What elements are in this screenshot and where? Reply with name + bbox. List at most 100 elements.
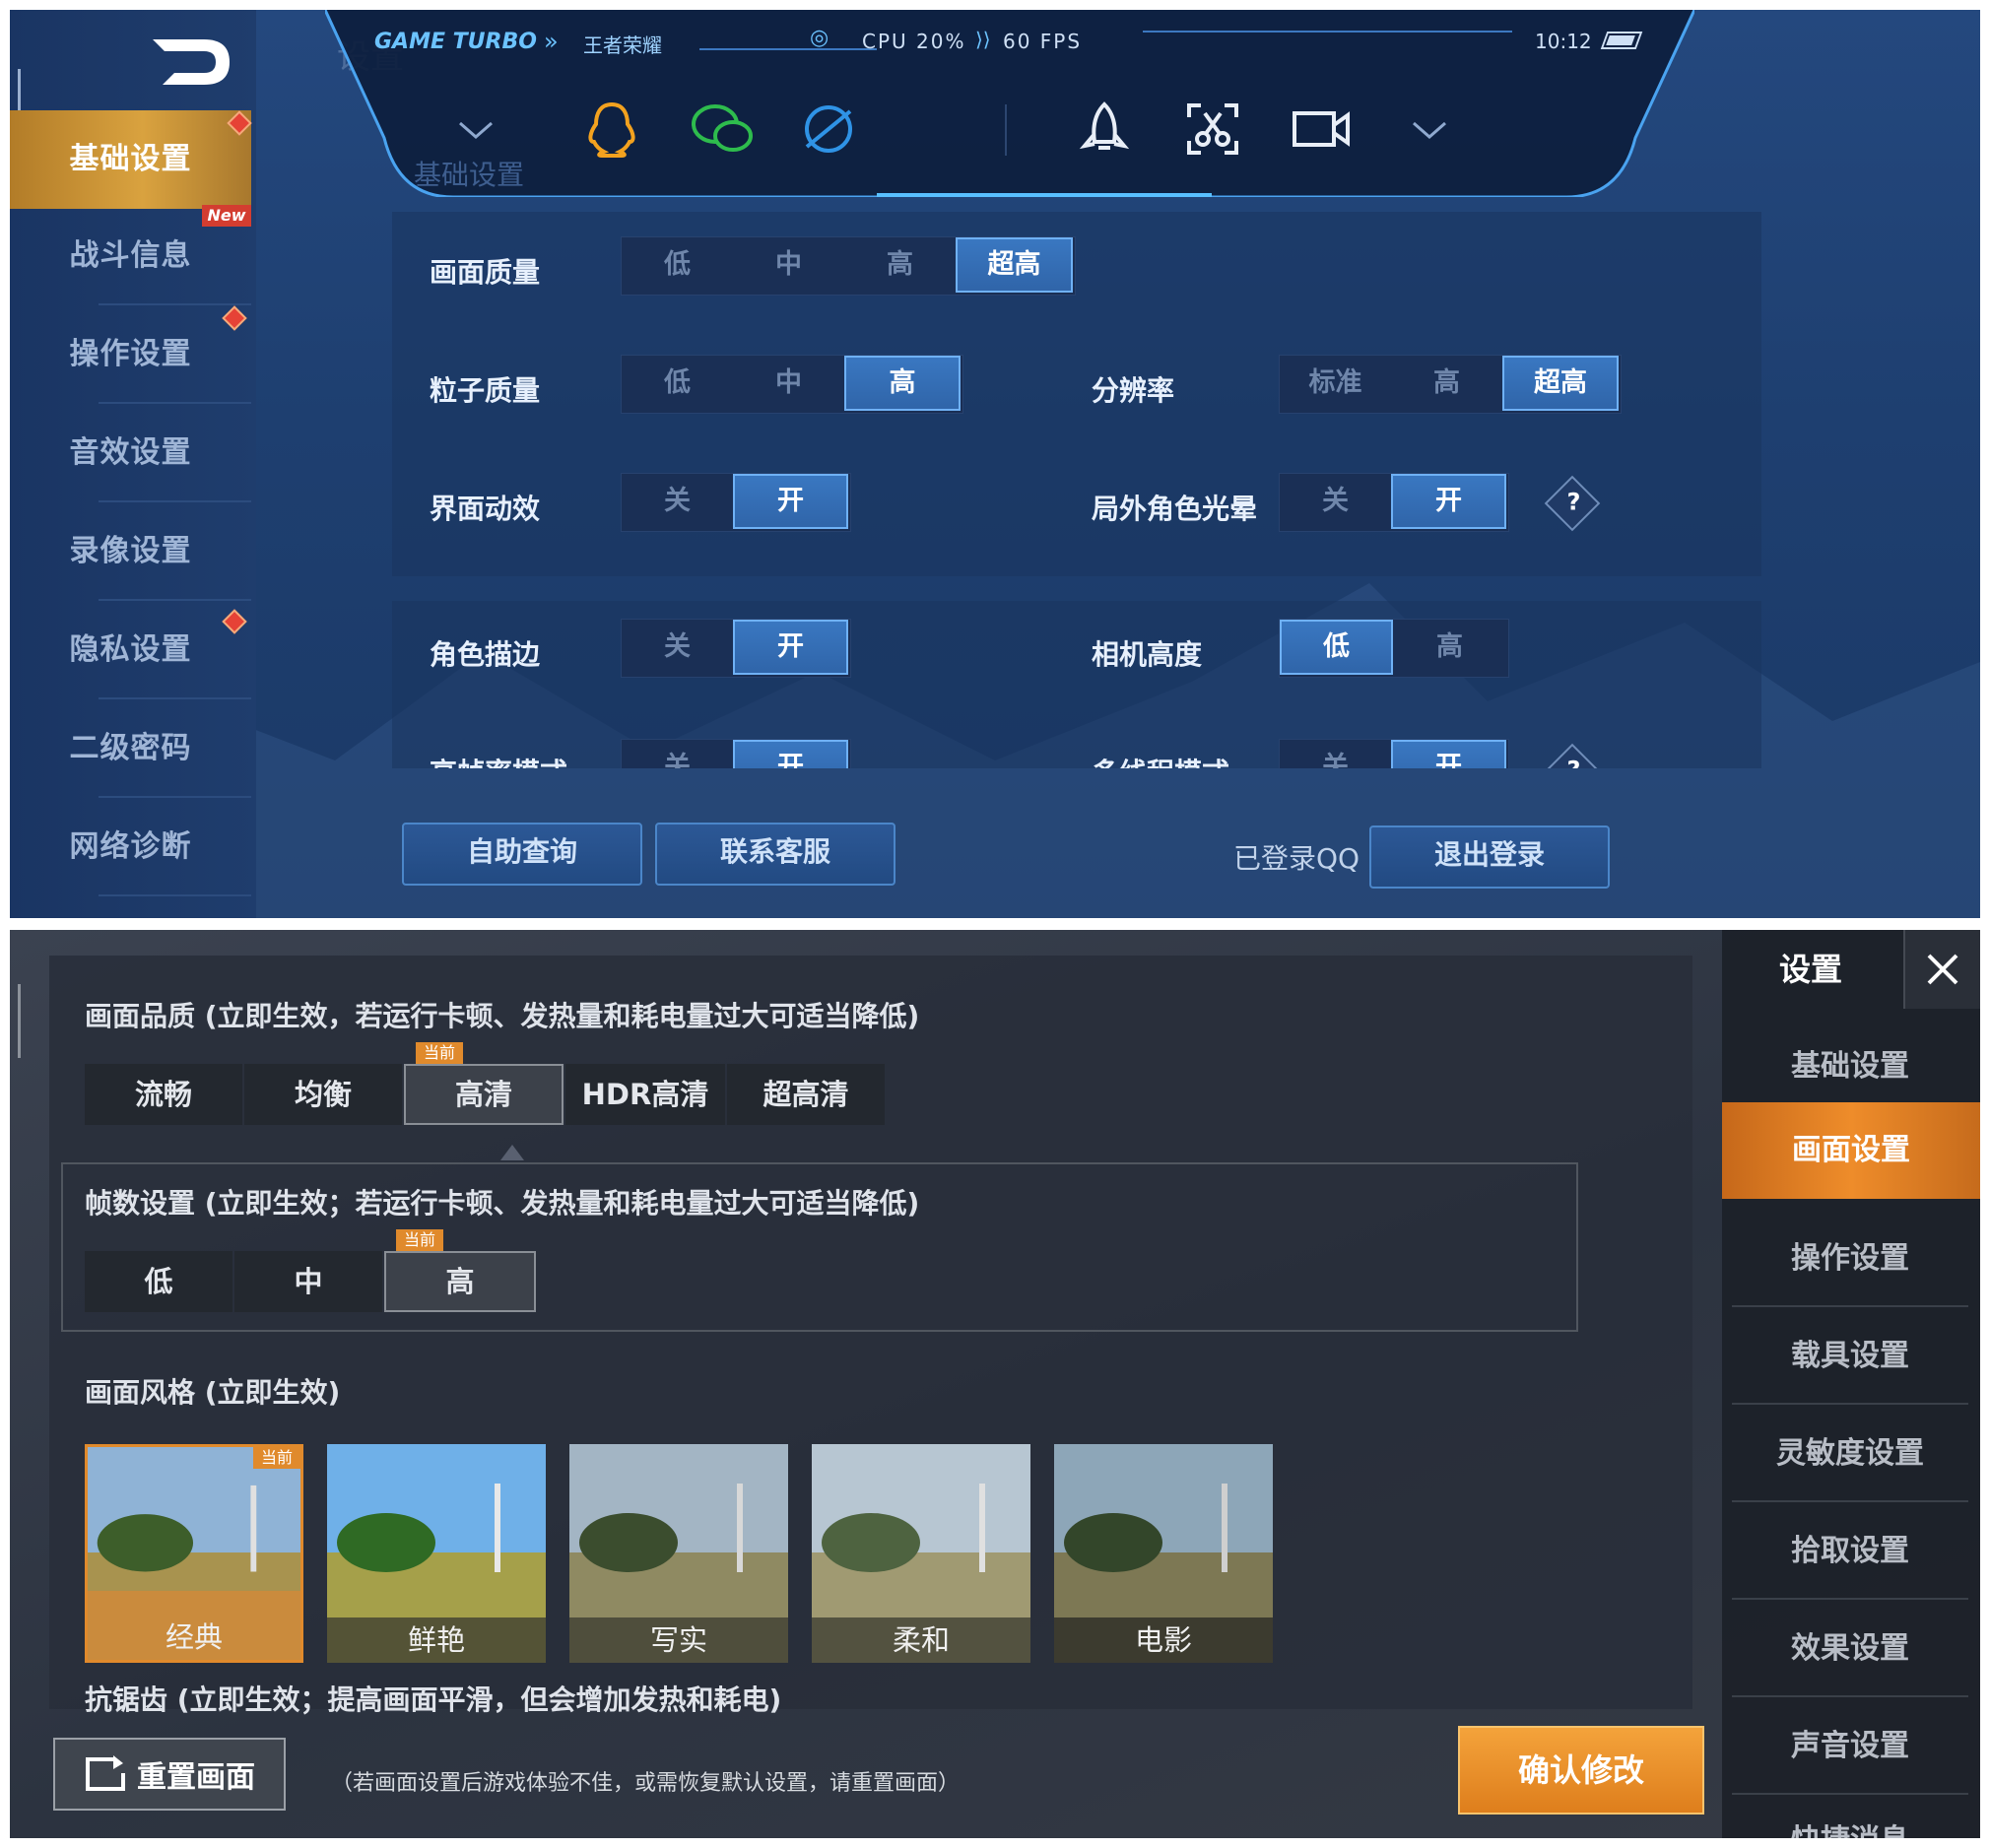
camera-option-high[interactable]: 高 xyxy=(1393,620,1506,675)
chevron-down-icon[interactable] xyxy=(1397,97,1462,162)
close-icon xyxy=(1927,954,1958,985)
style-card-cinema[interactable]: 电影 xyxy=(1054,1444,1273,1663)
logout-button[interactable]: 退出登录 xyxy=(1369,825,1610,889)
rocket-icon[interactable] xyxy=(1072,97,1137,162)
particle-selector: 低 中 高 xyxy=(621,355,963,414)
self-help-button[interactable]: 自助查询 xyxy=(402,823,642,886)
sidebar-item-audio[interactable]: 音效设置 xyxy=(10,404,251,502)
fps-option-low[interactable]: 低 xyxy=(85,1251,232,1312)
quality-option-mid[interactable]: 中 xyxy=(733,237,844,293)
resolution-option-ultra[interactable]: 超高 xyxy=(1502,356,1619,411)
quality-option-high[interactable]: 高 xyxy=(844,237,956,293)
sidebar-item-password[interactable]: 二级密码 xyxy=(10,699,251,798)
quality-option-smooth[interactable]: 流畅 xyxy=(85,1064,242,1125)
halo-option-off[interactable]: 关 xyxy=(1280,474,1391,529)
quality-option-hd[interactable]: 高清 xyxy=(404,1064,564,1125)
style-caption: 鲜艳 xyxy=(407,1623,465,1657)
confirm-button[interactable]: 确认修改 xyxy=(1458,1726,1704,1815)
current-tag: 当前 xyxy=(416,1042,464,1064)
quality-option-low[interactable]: 低 xyxy=(622,237,733,293)
setting-label-quality: 画面质量 xyxy=(430,256,541,289)
camera-option-low[interactable]: 低 xyxy=(1280,620,1393,675)
game-name: 王者荣耀 xyxy=(583,33,662,57)
sidebar-item-basic[interactable]: 基础设置 xyxy=(10,110,252,209)
fps-option-mid[interactable]: 中 xyxy=(234,1251,382,1312)
quality-option-ultra-hd[interactable]: 超高清 xyxy=(727,1064,885,1125)
contact-support-button[interactable]: 联系客服 xyxy=(655,823,896,886)
reset-graphics-button[interactable]: 重置画面 xyxy=(53,1738,286,1811)
sidebar-item-network[interactable]: 网络诊断 xyxy=(10,798,251,896)
sidebar-item-effects[interactable]: 效果设置 xyxy=(1732,1601,1968,1697)
setting-label-ui-anim: 界面动效 xyxy=(430,493,541,525)
sidebar-item-vehicle[interactable]: 载具设置 xyxy=(1732,1308,1968,1405)
hfr-toggle: 关 开 xyxy=(621,739,851,768)
particle-option-low[interactable]: 低 xyxy=(622,356,733,411)
login-status: 已登录QQ xyxy=(1233,842,1360,875)
setting-label-resolution: 分辨率 xyxy=(1092,374,1175,407)
particle-option-mid[interactable]: 中 xyxy=(733,356,844,411)
current-tag: 当前 xyxy=(396,1229,444,1251)
graphics-settings-content: 画面品质 (立即生效，若运行卡顿、发热量和耗电量过大可适当降低) 当前 流畅 均… xyxy=(49,956,1692,1716)
clock: 10:12 xyxy=(1535,30,1592,53)
antialias-label: 抗锯齿 (立即生效；提高画面平滑，但会增加发热和耗电) xyxy=(85,1683,782,1716)
cpu-icon: ◎ xyxy=(810,26,829,50)
sidebar-item-graphics[interactable]: 画面设置 xyxy=(1722,1102,1980,1199)
reset-label: 重置画面 xyxy=(137,1760,255,1795)
resolution-selector: 标准 高 超高 xyxy=(1279,355,1622,414)
outline-option-on[interactable]: 开 xyxy=(733,620,848,675)
fps-option-high[interactable]: 高 xyxy=(384,1251,536,1312)
ui-anim-option-on[interactable]: 开 xyxy=(733,474,848,529)
cpu-usage: CPU 20% xyxy=(862,30,966,53)
qq-icon[interactable] xyxy=(579,97,644,162)
style-card-vivid[interactable]: 鲜艳 xyxy=(327,1444,546,1663)
sidebar-item-battle-info[interactable]: 战斗信息 xyxy=(10,207,251,305)
close-button[interactable] xyxy=(1903,930,1980,1009)
sidebar-item-label: 音效设置 xyxy=(69,435,192,470)
reset-icon xyxy=(86,1755,125,1791)
chevron-down-icon[interactable] xyxy=(443,97,508,162)
multithread-toggle: 关 开 xyxy=(1279,739,1509,768)
setting-label-outline: 角色描边 xyxy=(430,638,541,671)
wechat-icon[interactable] xyxy=(690,97,755,162)
battery-icon xyxy=(1600,32,1643,49)
halo-option-on[interactable]: 开 xyxy=(1391,474,1506,529)
outline-option-off[interactable]: 关 xyxy=(622,620,733,675)
sidebar: 基础设置 New 战斗信息 操作设置 音效设置 录像设置 隐私设置 二级密码 网… xyxy=(10,10,256,918)
sidebar-item-label: 操作设置 xyxy=(1791,1241,1909,1276)
settings-sidebar: 设置 基础设置 画面设置 操作设置 载具设置 灵敏度设置 拾取设置 效果设置 声… xyxy=(1722,930,1980,1838)
multithread-option-on[interactable]: 开 xyxy=(1391,740,1506,768)
resolution-option-high[interactable]: 高 xyxy=(1391,356,1502,411)
sidebar-item-controls[interactable]: 操作设置 xyxy=(10,305,251,404)
quality-selector: 低 中 高 超高 xyxy=(621,236,1076,296)
quality-option-ultra[interactable]: 超高 xyxy=(956,237,1073,293)
sidebar-item-sound[interactable]: 声音设置 xyxy=(1732,1698,1968,1795)
style-card-realistic[interactable]: 写实 xyxy=(569,1444,788,1663)
resolution-option-standard[interactable]: 标准 xyxy=(1280,356,1391,411)
setting-label-camera: 相机高度 xyxy=(1092,638,1203,671)
sidebar-item-controls[interactable]: 操作设置 xyxy=(1732,1211,1968,1307)
sidebar-item-recording[interactable]: 录像设置 xyxy=(10,502,251,601)
sidebar-item-basic[interactable]: 基础设置 xyxy=(1732,1019,1968,1115)
particle-option-high[interactable]: 高 xyxy=(844,356,961,411)
sidebar-item-label: 基础设置 xyxy=(69,142,192,176)
multithread-option-off[interactable]: 关 xyxy=(1280,740,1391,768)
style-card-soft[interactable]: 柔和 xyxy=(812,1444,1030,1663)
quality-option-balanced[interactable]: 均衡 xyxy=(244,1064,402,1125)
style-card-classic[interactable]: 当前 经典 xyxy=(85,1444,303,1663)
back-logo-icon[interactable] xyxy=(143,28,241,97)
sidebar-item-label: 快捷消息 xyxy=(1791,1823,1909,1838)
sidebar-item-sensitivity[interactable]: 灵敏度设置 xyxy=(1732,1406,1968,1502)
screenshot-icon[interactable] xyxy=(1180,97,1245,162)
divider xyxy=(1005,104,1007,156)
sidebar-item-pickup[interactable]: 拾取设置 xyxy=(1732,1503,1968,1600)
sidebar-item-quick-message[interactable]: 快捷消息 xyxy=(1732,1793,1968,1838)
video-record-icon[interactable] xyxy=(1289,97,1354,162)
hfr-option-off[interactable]: 关 xyxy=(622,740,733,768)
sidebar-item-privacy[interactable]: 隐私设置 xyxy=(10,601,251,699)
red-dot-badge xyxy=(227,110,252,136)
ui-anim-option-off[interactable]: 关 xyxy=(622,474,733,529)
hfr-option-on[interactable]: 开 xyxy=(733,740,848,768)
browser-icon[interactable] xyxy=(796,97,861,162)
game-turbo-bar: GAME TURBO » 王者荣耀 ◎ CPU 20% ⟩⟩ 60 FPS 10… xyxy=(325,10,1694,197)
quality-option-hdr[interactable]: HDR高清 xyxy=(565,1064,725,1125)
